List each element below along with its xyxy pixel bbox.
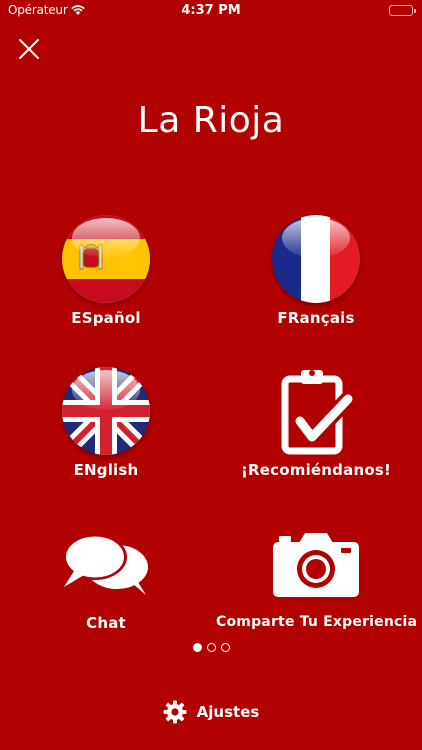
- battery-icon: [389, 5, 416, 16]
- tile-label: ¡Recomiéndanos!: [241, 461, 391, 479]
- status-bar: Opérateur 4:37 PM: [0, 0, 422, 22]
- spain-flag-icon: [62, 215, 150, 303]
- page-dot[interactable]: [220, 643, 230, 652]
- tile-label: FRançais: [277, 309, 355, 327]
- clipboard-check-icon: [281, 370, 356, 455]
- close-button[interactable]: [16, 36, 42, 62]
- page-dot[interactable]: [192, 643, 202, 652]
- page-title: La Rioja: [137, 100, 285, 141]
- settings-label: Ajustes: [196, 703, 260, 721]
- clock: 4:37 PM: [181, 3, 241, 18]
- chat-bubbles-icon: [63, 534, 148, 595]
- tile-label: ESpañol: [71, 309, 141, 327]
- close-icon: [19, 39, 39, 59]
- tile-recomiendanos[interactable]: ¡Recomiéndanos!: [216, 365, 416, 479]
- tile-espanol[interactable]: ESpañol: [6, 213, 206, 327]
- gear-icon: [163, 700, 187, 724]
- tile-english[interactable]: ENglish: [6, 365, 206, 479]
- uk-flag-icon: [62, 367, 150, 455]
- tile-comparte-experiencia[interactable]: Comparte Tu Experiencia: [216, 518, 418, 630]
- page-dot[interactable]: [206, 643, 216, 652]
- tile-chat[interactable]: Chat: [6, 518, 206, 632]
- page-indicator[interactable]: [0, 643, 422, 652]
- tile-francais[interactable]: FRançais: [216, 213, 416, 327]
- settings-button[interactable]: Ajustes: [0, 700, 422, 724]
- camera-icon: [273, 533, 359, 597]
- tile-label: Comparte Tu Experiencia: [216, 614, 418, 630]
- france-flag-icon: [272, 215, 360, 303]
- tile-label: ENglish: [73, 461, 139, 479]
- tile-label: Chat: [86, 614, 126, 632]
